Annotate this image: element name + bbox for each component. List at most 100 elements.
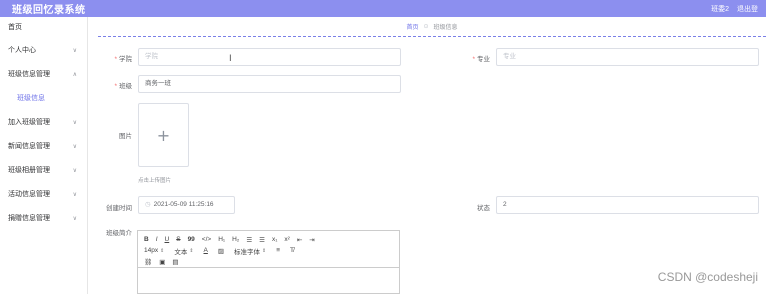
chevron-down-icon: ∨ xyxy=(72,216,77,222)
sidebar-item-activity[interactable]: 活动信息管理 ∨ xyxy=(0,183,87,207)
sidebar-item-home[interactable]: 首页 xyxy=(0,17,87,39)
indent-button[interactable]: ⇥ xyxy=(309,236,314,244)
sidebar-menu: 首页 个人中心 ∨ 班级信息管理 ∧ 班级信息 加入班级管理 ∨ 新闻信息管理 … xyxy=(0,17,88,294)
college-label-text: 学院 xyxy=(119,56,132,63)
sidebar-item-class-management[interactable]: 班级信息管理 ∧ xyxy=(0,63,87,87)
sidebar-item-label: 加入班级管理 xyxy=(8,119,50,126)
class-label-text: 班级 xyxy=(119,83,132,90)
class-label: * 班级 xyxy=(82,80,132,90)
sidebar-item-album[interactable]: 班级相册管理 ∨ xyxy=(0,159,87,183)
outdent-button[interactable]: ⇤ xyxy=(297,236,302,244)
sidebar-item-label: 班级相册管理 xyxy=(8,167,50,174)
college-placeholder: 学院 xyxy=(145,53,158,60)
sidebar-item-label: 活动信息管理 xyxy=(8,191,50,198)
required-mark: * xyxy=(114,83,117,90)
heading2-button[interactable]: H₂ xyxy=(232,236,239,243)
text-type-value: 文本 xyxy=(174,248,188,256)
sidebar-item-label: 捐赠信息管理 xyxy=(8,215,50,222)
select-arrow-icon: ⇕ xyxy=(262,247,267,254)
college-label: * 学院 xyxy=(82,53,132,63)
user-name[interactable]: 班委2 xyxy=(711,4,729,14)
logout-link[interactable]: 退出登 xyxy=(737,4,758,14)
sidebar-item-label: 个人中心 xyxy=(8,47,36,54)
required-mark: * xyxy=(114,56,117,63)
status-value: 2 xyxy=(503,201,507,208)
chevron-down-icon: ∨ xyxy=(72,120,77,126)
select-arrow-icon: ⇕ xyxy=(160,247,165,254)
sidebar-item-personal-center[interactable]: 个人中心 ∨ xyxy=(0,39,87,63)
class-value: 商务一班 xyxy=(145,80,171,87)
main-content: 首页 ⊙ 班级信息 * 学院 学院 I * 专业 专业 * 班级 商务一班 图片 + … xyxy=(88,17,766,294)
font-family-value: 标准字体 xyxy=(234,248,261,256)
chevron-down-icon: ∨ xyxy=(72,48,77,54)
toolbar-row-style: 14px ⇕ 文本 ⇕ A ▨ 标准字体 ⇕ ≡ T̸ xyxy=(144,245,393,256)
video-icon[interactable]: ▤ xyxy=(172,258,178,266)
breadcrumb: 首页 ⊙ 班级信息 xyxy=(98,17,766,37)
heading1-button[interactable]: H₁ xyxy=(218,236,225,243)
font-family-select[interactable]: 标准字体 ⇕ xyxy=(234,246,266,256)
sidebar-item-news[interactable]: 新闻信息管理 ∨ xyxy=(0,135,87,159)
college-input[interactable]: 学院 I xyxy=(138,48,401,66)
sidebar-item-label: 班级信息管理 xyxy=(8,71,50,78)
sidebar-item-class-info[interactable]: 班级信息 xyxy=(0,87,87,111)
sidebar-item-label: 班级信息 xyxy=(17,95,45,102)
image-icon[interactable]: ▣ xyxy=(159,258,165,266)
rich-text-editor: B I U S 99 </> H₁ H₂ ☰ ☰ x₁ x² ⇤ ⇥ 14px ⇕… xyxy=(137,230,400,294)
major-label-text: 专业 xyxy=(477,56,490,63)
clock-icon: ◷ xyxy=(145,201,151,208)
code-button[interactable]: </> xyxy=(202,236,211,243)
watermark: CSDN @codesheji xyxy=(657,270,758,284)
chevron-down-icon: ∨ xyxy=(72,144,77,150)
align-icon[interactable]: ≡ xyxy=(276,247,280,254)
editor-toolbar: B I U S 99 </> H₁ H₂ ☰ ☰ x₁ x² ⇤ ⇥ 14px ⇕… xyxy=(138,231,399,268)
chevron-up-icon: ∧ xyxy=(72,72,77,78)
user-area: 班委2 退出登 xyxy=(711,4,758,14)
select-arrow-icon: ⇕ xyxy=(189,247,194,254)
font-size-select[interactable]: 14px ⇕ xyxy=(144,247,164,254)
status-label: 状态 xyxy=(477,205,490,212)
plus-icon: + xyxy=(156,125,171,145)
underline-button[interactable]: U xyxy=(165,236,170,243)
image-label: 图片 xyxy=(119,133,132,140)
major-input[interactable]: 专业 xyxy=(496,48,759,66)
sidebar-item-label: 首页 xyxy=(8,24,22,31)
font-size-value: 14px xyxy=(144,247,159,254)
chevron-down-icon: ∨ xyxy=(72,168,77,174)
chevron-down-icon: ∨ xyxy=(72,192,77,198)
created-time-value: 2021-05-09 11:25:16 xyxy=(153,201,214,208)
bullet-list-button[interactable]: ☰ xyxy=(259,236,265,244)
created-time-picker[interactable]: ◷ 2021-05-09 11:25:16 xyxy=(138,196,235,214)
breadcrumb-separator-icon: ⊙ xyxy=(423,24,429,30)
ordered-list-button[interactable]: ☰ xyxy=(246,236,252,244)
intro-label: 班级简介 xyxy=(106,230,132,237)
upload-hint: 点击上传图片 xyxy=(138,178,172,184)
breadcrumb-current: 班级信息 xyxy=(433,25,458,31)
sidebar-item-donation[interactable]: 捐赠信息管理 ∨ xyxy=(0,207,87,231)
background-color-icon[interactable]: ▨ xyxy=(218,247,224,255)
clear-format-icon[interactable]: T̸ xyxy=(290,247,294,254)
sidebar-item-join-class[interactable]: 加入班级管理 ∨ xyxy=(0,111,87,135)
created-time-label: 创建时间 xyxy=(106,205,132,212)
top-bar: 班级回忆录系统 班委2 退出登 xyxy=(0,0,766,17)
toolbar-row-format: B I U S 99 </> H₁ H₂ ☰ ☰ x₁ x² ⇤ ⇥ xyxy=(144,234,393,245)
major-placeholder: 专业 xyxy=(503,53,516,60)
italic-button[interactable]: I xyxy=(156,236,158,243)
major-label: * 专业 xyxy=(440,53,490,63)
class-input[interactable]: 商务一班 xyxy=(138,75,401,93)
required-mark: * xyxy=(472,56,475,63)
image-upload[interactable]: + xyxy=(138,103,189,167)
text-cursor-icon: I xyxy=(229,54,232,64)
quote-button[interactable]: 99 xyxy=(188,236,195,243)
sidebar-item-label: 新闻信息管理 xyxy=(8,143,50,150)
strike-button[interactable]: S xyxy=(176,236,180,243)
bold-button[interactable]: B xyxy=(144,236,149,243)
superscript-button[interactable]: x² xyxy=(284,236,289,243)
toolbar-row-insert: ⛓ ▣ ▤ xyxy=(144,256,393,267)
font-color-icon[interactable]: A xyxy=(204,247,208,254)
subscript-button[interactable]: x₁ xyxy=(272,236,277,243)
text-type-select[interactable]: 文本 ⇕ xyxy=(174,246,193,256)
status-input[interactable]: 2 xyxy=(496,196,759,214)
app-title: 班级回忆录系统 xyxy=(12,5,86,16)
breadcrumb-home[interactable]: 首页 xyxy=(406,22,418,31)
link-icon[interactable]: ⛓ xyxy=(144,258,152,266)
